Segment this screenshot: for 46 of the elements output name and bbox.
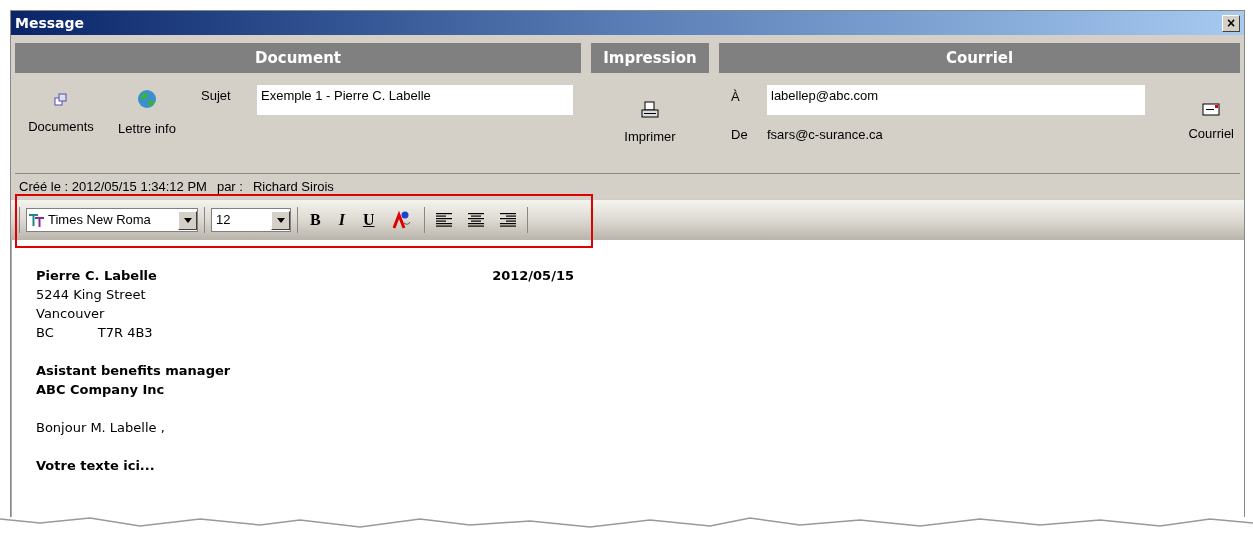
envelope-icon (1202, 103, 1221, 116)
to-label: À (731, 88, 741, 106)
italic-button[interactable]: I (332, 208, 351, 232)
underline-button[interactable]: U (356, 208, 381, 232)
author-name: Richard Sirois (252, 177, 334, 196)
job-title: Asistant benefits manager (36, 363, 231, 378)
recipient-name: Pierre C. Labelle (36, 267, 157, 285)
align-left-icon (435, 212, 454, 228)
section-header: Courriel (719, 43, 1240, 73)
letter-editor[interactable]: Pierre C. Labelle 2012/05/15 5244 King Street Vancouver BC T7R 4B3 Asistant benefits manager ABC Company Inc Bonjour M. Labelle , Votre texte ici... (11, 240, 1244, 517)
dropdown-button[interactable] (178, 210, 197, 230)
from-address: fsars@c-surance.ca (767, 126, 884, 144)
province: BC (36, 324, 54, 342)
created-info: Créé le : 2012/05/15 1:34:12 PM (19, 177, 207, 196)
to-field[interactable]: labellep@abc.com (767, 85, 1145, 115)
body-text: Votre texte ici... (36, 458, 155, 473)
align-right-icon (499, 212, 518, 228)
address-line: Vancouver (36, 306, 105, 321)
font-size-select[interactable]: 12 (211, 208, 291, 232)
bold-button[interactable]: B (304, 208, 327, 232)
subject-field[interactable]: Exemple 1 - Pierre C. Labelle (257, 85, 573, 115)
font-icon (29, 212, 45, 228)
font-select[interactable]: Times New Roma (26, 208, 198, 232)
dropdown-button[interactable] (271, 210, 290, 230)
globe-icon (135, 87, 159, 111)
print-button[interactable]: Imprimer (591, 73, 709, 147)
from-label: De (731, 126, 749, 144)
company-name: ABC Company Inc (36, 382, 165, 397)
address-line: 5244 King Street (36, 287, 146, 302)
documents-button[interactable]: Documents (15, 85, 107, 137)
printer-icon (641, 101, 659, 119)
align-center-icon (467, 212, 486, 228)
letter-date: 2012/05/15 (492, 267, 574, 285)
send-mail-button[interactable]: Courriel (1188, 85, 1234, 145)
greeting: Bonjour M. Labelle , (36, 420, 165, 435)
caret-icon (183, 217, 192, 223)
newsletter-button[interactable]: Lettre info (107, 85, 187, 139)
documents-icon (54, 93, 68, 107)
close-button[interactable]: × (1222, 14, 1240, 32)
window-title: Message (15, 13, 85, 33)
subject-label: Sujet (201, 87, 232, 105)
author-label: par : (216, 177, 243, 196)
section-header: Impression (591, 43, 709, 73)
section-header: Document (15, 43, 581, 73)
postal-code: T7R 4B3 (97, 324, 153, 342)
caret-icon (276, 217, 285, 223)
